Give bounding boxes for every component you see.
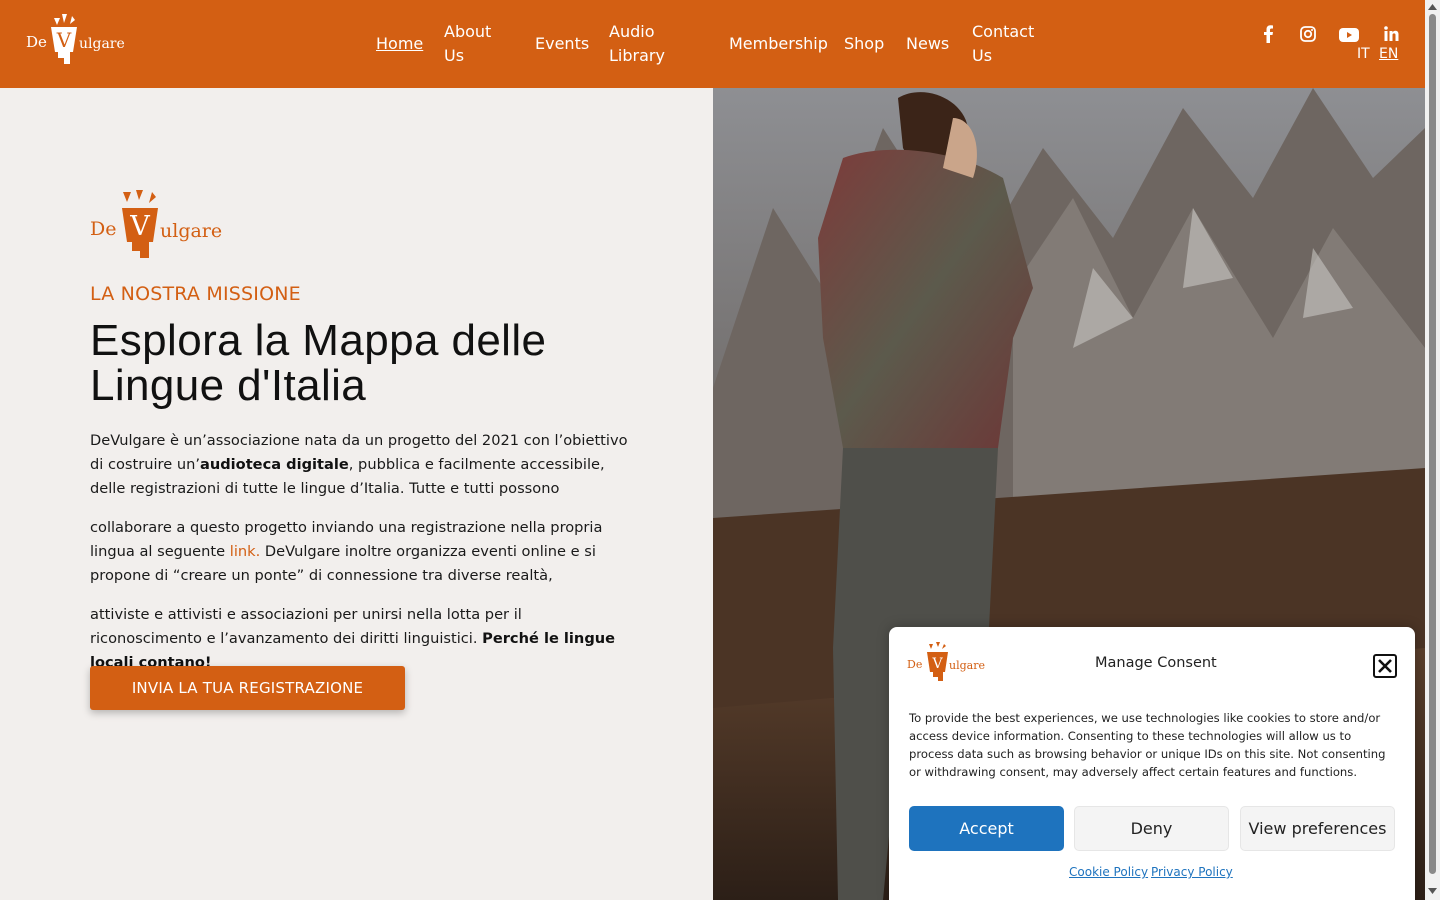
svg-text:De: De xyxy=(26,33,47,51)
scroll-up-icon[interactable] xyxy=(1428,3,1437,11)
section-eyebrow: LA NOSTRA MISSIONE xyxy=(90,283,301,305)
scroll-down-icon[interactable] xyxy=(1428,887,1437,895)
headline-line-2: Lingue d'Italia xyxy=(90,361,367,410)
close-icon[interactable] xyxy=(1373,654,1397,678)
mission-logo: V De ulgare xyxy=(88,188,228,262)
consent-title: Manage Consent xyxy=(1095,655,1217,671)
logo-mark-icon: V De ulgare xyxy=(26,14,125,64)
submit-recording-button[interactable]: INVIA LA TUA REGISTRAZIONE xyxy=(90,666,405,710)
consent-logo: V De ulgare xyxy=(907,641,989,683)
headline-line-1: Esplora la Mappa delle xyxy=(90,316,547,365)
mission-section: V De ulgare LA NOSTRA MISSIONE Esplora l… xyxy=(0,88,713,900)
view-preferences-button[interactable]: View preferences xyxy=(1240,806,1395,851)
svg-text:ulgare: ulgare xyxy=(949,659,985,672)
svg-text:ulgare: ulgare xyxy=(160,220,222,242)
svg-text:ulgare: ulgare xyxy=(79,36,125,52)
svg-text:De: De xyxy=(90,218,116,240)
page-title: Esplora la Mappa delle Lingue d'Italia xyxy=(90,318,650,408)
nav-about-us[interactable]: About Us xyxy=(444,20,514,68)
instagram-icon[interactable] xyxy=(1300,26,1316,46)
linkedin-icon[interactable] xyxy=(1384,26,1399,45)
nav-home[interactable]: Home xyxy=(376,32,423,56)
svg-text:V: V xyxy=(56,28,72,52)
nav-audio-library[interactable]: Audio Library xyxy=(609,20,669,68)
facebook-icon[interactable] xyxy=(1262,25,1274,47)
intro-paragraph-2: collaborare a questo progetto inviando u… xyxy=(90,519,603,584)
nav-membership[interactable]: Membership xyxy=(729,32,828,56)
nav-shop[interactable]: Shop xyxy=(844,32,884,56)
site-header: V De ulgare Home About Us Events Audio L… xyxy=(0,0,1425,88)
intro-paragraph-1: DeVulgare è un’associazione nata da un p… xyxy=(90,432,628,497)
svg-text:V: V xyxy=(931,656,943,672)
youtube-icon[interactable] xyxy=(1339,27,1359,46)
svg-text:V: V xyxy=(129,211,150,242)
page-scrollbar[interactable] xyxy=(1425,0,1440,900)
consent-body: To provide the best experiences, we use … xyxy=(909,711,1386,779)
intro-paragraph-3: attiviste e attivisti e associazioni per… xyxy=(90,606,616,671)
svg-text:De: De xyxy=(907,658,922,671)
privacy-policy-link[interactable]: Privacy Policy xyxy=(1151,865,1233,879)
registration-link[interactable]: link. xyxy=(230,543,260,560)
scrollbar-thumb[interactable] xyxy=(1429,14,1436,874)
lang-en[interactable]: EN xyxy=(1379,46,1398,62)
accept-button[interactable]: Accept xyxy=(909,806,1064,851)
lang-it[interactable]: IT xyxy=(1357,46,1370,62)
cookie-policy-link[interactable]: Cookie Policy xyxy=(1069,865,1148,879)
cookie-consent-dialog: V De ulgare Manage Consent To provide th… xyxy=(889,627,1415,900)
nav-contact-us[interactable]: Contact Us xyxy=(972,20,1038,68)
deny-button[interactable]: Deny xyxy=(1074,806,1229,851)
nav-events[interactable]: Events xyxy=(535,32,589,56)
site-logo[interactable]: V De ulgare xyxy=(24,12,128,68)
nav-news[interactable]: News xyxy=(906,32,949,56)
